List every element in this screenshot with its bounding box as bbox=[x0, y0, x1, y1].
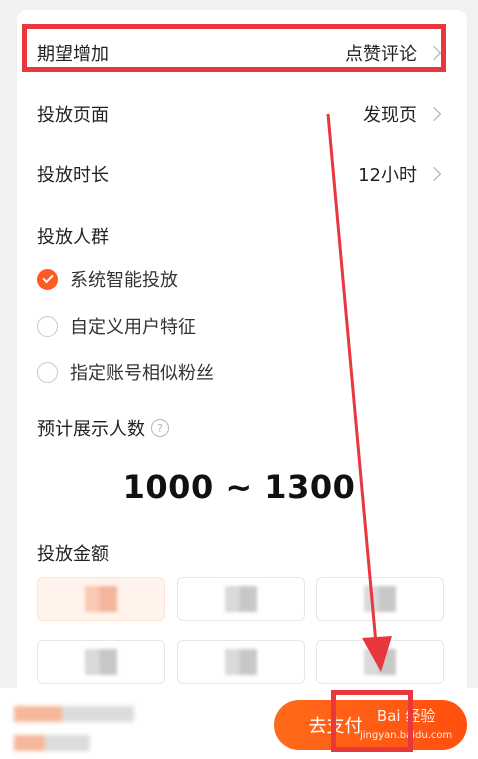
radio-unchecked-icon[interactable] bbox=[37, 315, 58, 337]
audience-option-label: 系统智能投放 bbox=[70, 270, 178, 291]
blurred-amount bbox=[364, 586, 396, 612]
placement-page-value: 发现页 bbox=[363, 105, 417, 126]
annotation-highlight-box bbox=[22, 24, 446, 72]
estimate-value: 1000 ~ 1300 bbox=[122, 468, 356, 506]
chevron-right-icon bbox=[426, 166, 442, 182]
placement-page-label: 投放页面 bbox=[37, 105, 109, 126]
duration-label: 投放时长 bbox=[37, 165, 109, 186]
duration-row[interactable]: 投放时长 12小时 bbox=[37, 154, 443, 194]
help-icon[interactable]: ? bbox=[151, 419, 169, 437]
blurred-amount bbox=[225, 649, 257, 675]
audience-option-label: 指定账号相似粉丝 bbox=[70, 363, 214, 384]
audience-option-smart[interactable]: 系统智能投放 bbox=[37, 266, 178, 292]
blurred-amount bbox=[225, 586, 257, 612]
amount-title: 投放金额 bbox=[37, 544, 109, 565]
amount-option[interactable] bbox=[37, 577, 165, 621]
audience-option-label: 自定义用户特征 bbox=[70, 317, 196, 338]
duration-value: 12小时 bbox=[358, 165, 417, 186]
blurred-amount bbox=[364, 649, 396, 675]
audience-title: 投放人群 bbox=[37, 227, 109, 248]
annotation-highlight-box bbox=[331, 690, 413, 752]
chevron-right-icon bbox=[426, 106, 442, 122]
blurred-price bbox=[14, 706, 134, 722]
radio-checked-icon[interactable] bbox=[37, 268, 58, 290]
amount-option[interactable] bbox=[37, 640, 165, 684]
estimate-title-row: 预计展示人数 ? bbox=[37, 415, 169, 441]
amount-option[interactable] bbox=[177, 577, 305, 621]
blurred-amount bbox=[85, 586, 117, 612]
blurred-price-sub bbox=[14, 735, 90, 751]
amount-option[interactable] bbox=[316, 640, 444, 684]
audience-option-similar-fans[interactable]: 指定账号相似粉丝 bbox=[37, 359, 214, 385]
amount-option[interactable] bbox=[177, 640, 305, 684]
amount-option[interactable] bbox=[316, 577, 444, 621]
audience-option-custom[interactable]: 自定义用户特征 bbox=[37, 313, 196, 339]
estimate-title: 预计展示人数 bbox=[37, 419, 145, 440]
placement-page-row[interactable]: 投放页面 发现页 bbox=[37, 94, 443, 134]
blurred-amount bbox=[85, 649, 117, 675]
radio-unchecked-icon[interactable] bbox=[37, 361, 58, 383]
